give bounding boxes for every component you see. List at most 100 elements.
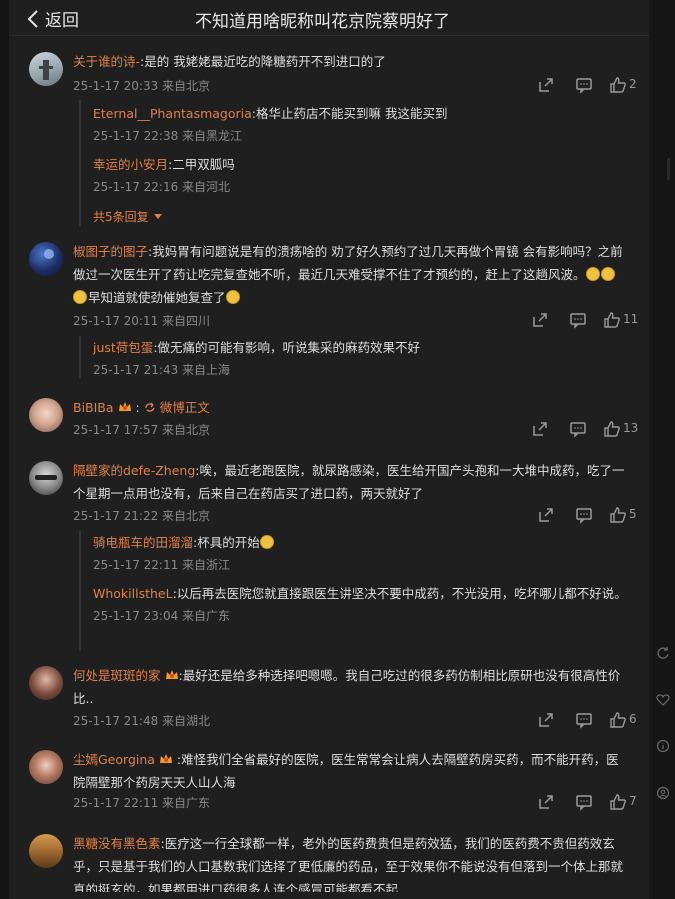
comment-icon[interactable] — [569, 311, 587, 329]
comment-text: 黑糖没有黑色素:医疗这一行全球都一样，老外的医药费贵但是药效猛，我们的医药费不贵… — [73, 832, 629, 892]
comment-actions: 13 — [531, 420, 641, 440]
reply-thread: just荷包蛋:做无痛的可能有影响，听说集采的麻药效果不好 25-1-17 21… — [79, 336, 627, 378]
reply-username[interactable]: just荷包蛋 — [93, 340, 153, 355]
crown-badge-icon — [159, 754, 172, 763]
reply-body: :做无痛的可能有影响，听说集采的麻药效果不好 — [153, 340, 421, 355]
reply-thread: 骑电瓶车的田溜溜:杯具的开始 25-1-17 22:11 来自浙江 Whokil… — [79, 531, 627, 651]
user-icon[interactable] — [656, 786, 670, 800]
like-count: 11 — [623, 312, 639, 326]
comment-meta: 25-1-17 21:48 来自湖北 — [73, 714, 211, 728]
avatar[interactable] — [29, 834, 63, 868]
back-button[interactable]: 返回 — [27, 6, 79, 31]
share-icon[interactable] — [531, 311, 549, 329]
username[interactable]: 何处是斑斑的家 — [73, 668, 161, 683]
comment-meta: 25-1-17 20:11 来自四川 — [73, 314, 211, 328]
refresh-icon[interactable] — [656, 646, 670, 660]
share-icon[interactable] — [537, 76, 555, 94]
reply-item: 骑电瓶车的田溜溜:杯具的开始 25-1-17 22:11 来自浙江 — [93, 531, 629, 573]
username[interactable]: 关于谁的诗- — [73, 54, 140, 69]
info-icon[interactable] — [656, 739, 670, 753]
share-icon[interactable] — [537, 793, 555, 811]
comment-icon[interactable] — [569, 420, 587, 438]
share-icon[interactable] — [531, 420, 549, 438]
comment-meta: 25-1-17 20:33 来自北京 — [73, 79, 211, 93]
crying-emoji-icon — [585, 267, 600, 281]
comment-text: 关于谁的诗-:是的 我姥姥最近吃的降糖药开不到进口的了 — [73, 50, 629, 73]
avatar[interactable] — [29, 52, 63, 86]
comment-icon[interactable] — [575, 76, 593, 94]
comment-meta: 25-1-17 22:11 来自广东 — [73, 796, 211, 810]
laughing-emoji-icon — [225, 290, 240, 304]
crown-badge-icon — [165, 670, 178, 679]
right-rail — [649, 0, 675, 899]
crown-badge-icon — [118, 402, 131, 411]
comment-icon[interactable] — [575, 793, 593, 811]
avatar[interactable] — [29, 666, 63, 700]
comment-body: :难怪我们全省最好的医院，医生常常会让病人去隔壁药房买药，而不能开药，医院隔壁那… — [73, 752, 619, 790]
avatar[interactable] — [29, 461, 63, 495]
thumbs-up-icon — [610, 507, 626, 523]
reply-item: Eternal__Phantasmagoria:格华止药店不能买到嘛 我这能买到… — [93, 102, 629, 144]
comment-body: :是的 我姥姥最近吃的降糖药开不到进口的了 — [140, 54, 386, 69]
weibo-link-label: 微博正文 — [159, 400, 210, 415]
thumbs-up-icon — [604, 421, 620, 437]
reply-meta: 25-1-17 22:38 来自黑龙江 — [93, 129, 243, 143]
comment-item: 关于谁的诗-:是的 我姥姥最近吃的降糖药开不到进口的了 25-1-17 20:3… — [9, 50, 649, 230]
comment-actions: 7 — [537, 793, 641, 813]
thumbs-up-icon — [610, 77, 626, 93]
comment-icon[interactable] — [575, 711, 593, 729]
comment-text: BiBIBa : 微博正文 — [73, 396, 629, 419]
like-count: 13 — [623, 421, 639, 435]
share-icon[interactable] — [537, 506, 555, 524]
comment-meta: 25-1-17 21:22 来自北京 — [73, 509, 211, 523]
avatar[interactable] — [29, 242, 63, 276]
more-replies-label: 共5条回复 — [93, 210, 149, 224]
username[interactable]: 尘嫣Georgina — [73, 752, 155, 767]
crying-emoji-icon — [73, 290, 87, 304]
chevron-left-icon — [27, 9, 38, 28]
weibo-link[interactable]: 微博正文 — [144, 400, 210, 415]
comment-item: 隔壁家的defe-Zheng:唉，最近老跑医院，就尿路感染，医生给开国产头孢和一… — [9, 459, 649, 655]
comment-body: : — [135, 400, 140, 415]
link-icon — [145, 402, 155, 412]
share-icon[interactable] — [537, 711, 555, 729]
comment-body-tail: 早知道就使劲催她复查了 — [88, 290, 226, 305]
comment-item: 尘嫣Georgina :难怪我们全省最好的医院，医生常常会让病人去隔壁药房买药，… — [9, 748, 649, 818]
comment-actions: 5 — [537, 506, 641, 526]
comment-item: BiBIBa : 微博正文 25-1-17 17:57 来自北京 13 — [9, 396, 649, 446]
username[interactable]: 椒图子的图子 — [73, 244, 148, 259]
reply-meta: 25-1-17 23:04 来自广东 — [93, 609, 231, 623]
reply-thread: Eternal__Phantasmagoria:格华止药店不能买到嘛 我这能买到… — [79, 100, 627, 226]
reply-username[interactable]: Eternal__Phantasmagoria — [93, 106, 252, 121]
comment-icon[interactable] — [575, 506, 593, 524]
heart-icon[interactable] — [656, 693, 670, 707]
reply-meta: 25-1-17 21:43 来自上海 — [93, 363, 231, 377]
reply-body: :二甲双胍吗 — [168, 157, 235, 172]
reply-body: :格华止药店不能买到嘛 我这能买到 — [251, 106, 448, 121]
more-replies-link[interactable]: 共5条回复 — [93, 206, 629, 225]
avatar[interactable] — [29, 398, 63, 432]
thumbs-up-icon — [610, 794, 626, 810]
comment-item: 椒图子的图子:我妈胃有问题说是有的溃疡啥的 劝了好久预约了过几天再做个胃镜 会有… — [9, 240, 649, 390]
reply-username[interactable]: 骑电瓶车的田溜溜 — [93, 535, 193, 550]
comment-text: 隔壁家的defe-Zheng:唉，最近老跑医院，就尿路感染，医生给开国产头孢和一… — [73, 459, 629, 505]
avatar[interactable] — [29, 750, 63, 784]
reply-meta: 25-1-17 22:11 来自浙江 — [93, 558, 231, 572]
reply-body: :杯具的开始 — [193, 535, 260, 550]
reply-item: just荷包蛋:做无痛的可能有影响，听说集采的麻药效果不好 25-1-17 21… — [93, 336, 629, 378]
crying-emoji-icon — [600, 267, 615, 281]
username[interactable]: 黑糖没有黑色素 — [73, 836, 161, 851]
thumbs-up-icon — [610, 712, 626, 728]
reply-item: WhokillstheL:以后再去医院您就直接跟医生讲坚决不要中成药，不光没用，… — [93, 582, 629, 624]
username[interactable]: 隔壁家的defe-Zheng — [73, 463, 195, 478]
like-count: 6 — [629, 712, 637, 726]
reply-meta: 25-1-17 22:16 来自河北 — [93, 180, 231, 194]
comment-body: :我妈胃有问题说是有的溃疡啥的 劝了好久预约了过几天再做个胃镜 会有影响吗？之前… — [73, 244, 623, 282]
reply-username[interactable]: WhokillstheL — [93, 586, 173, 601]
username[interactable]: BiBIBa — [73, 400, 114, 415]
comment-actions: 2 — [537, 76, 641, 96]
reply-username[interactable]: 幸运的小安月 — [93, 157, 168, 172]
scroll-marker — [667, 158, 670, 180]
comment-meta: 25-1-17 17:57 来自北京 — [73, 423, 211, 437]
like-count: 2 — [629, 77, 637, 91]
